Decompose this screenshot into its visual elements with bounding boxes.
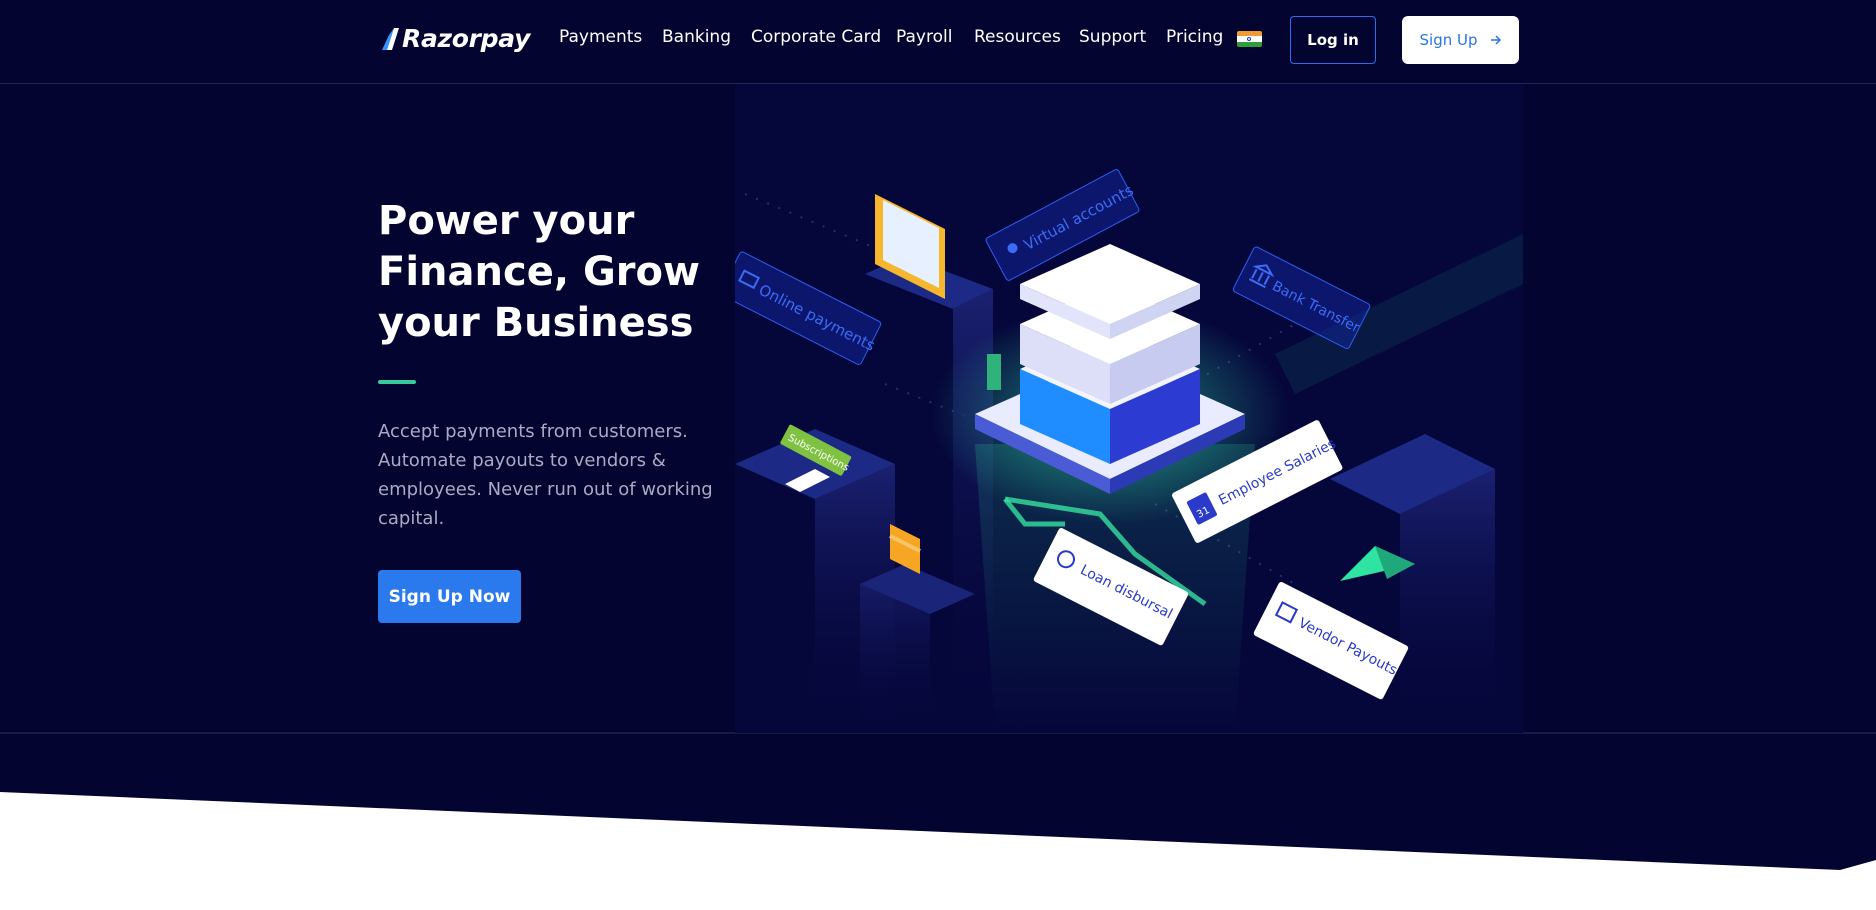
login-button[interactable]: Log in (1290, 16, 1376, 64)
nav-item-banking[interactable]: Banking (662, 27, 731, 47)
nav-item-payroll[interactable]: Payroll (896, 27, 952, 47)
hero-description: Accept payments from customers. Automate… (378, 421, 713, 529)
brand-name: Razorpay (402, 24, 531, 53)
india-flag-icon[interactable] (1237, 31, 1262, 47)
title-accent-line (378, 380, 416, 384)
nav-item-resources[interactable]: Resources (974, 27, 1061, 47)
signup-button[interactable]: Sign Up (1402, 16, 1519, 64)
hero-title: Power your Finance, Grow your Business (378, 198, 700, 346)
hero-illustration: Virtual accounts Online payments Bank Tr… (735, 169, 1523, 733)
signup-button-label: Sign Up (1419, 31, 1478, 49)
nav-item-pricing[interactable]: Pricing (1166, 27, 1223, 47)
bank-transfer-card: Bank Transfer (1232, 246, 1371, 350)
razorpay-logo[interactable]: Razorpay (382, 24, 530, 53)
vendor-payouts-card: Vendor Payouts (1253, 582, 1409, 700)
arrow-right-icon (1490, 35, 1501, 45)
nav-item-corporate-card[interactable]: Corporate Card (751, 27, 881, 47)
online-payments-card: Online payments (735, 251, 882, 365)
nav-item-support[interactable]: Support (1079, 27, 1146, 47)
top-navbar: Razorpay Payments Banking Corporate Card… (0, 0, 1876, 84)
signup-now-button[interactable]: Sign Up Now (378, 570, 521, 623)
nav-item-payments[interactable]: Payments (559, 27, 642, 47)
green-card-icon (987, 354, 1001, 390)
razorpay-logo-icon (382, 27, 399, 50)
